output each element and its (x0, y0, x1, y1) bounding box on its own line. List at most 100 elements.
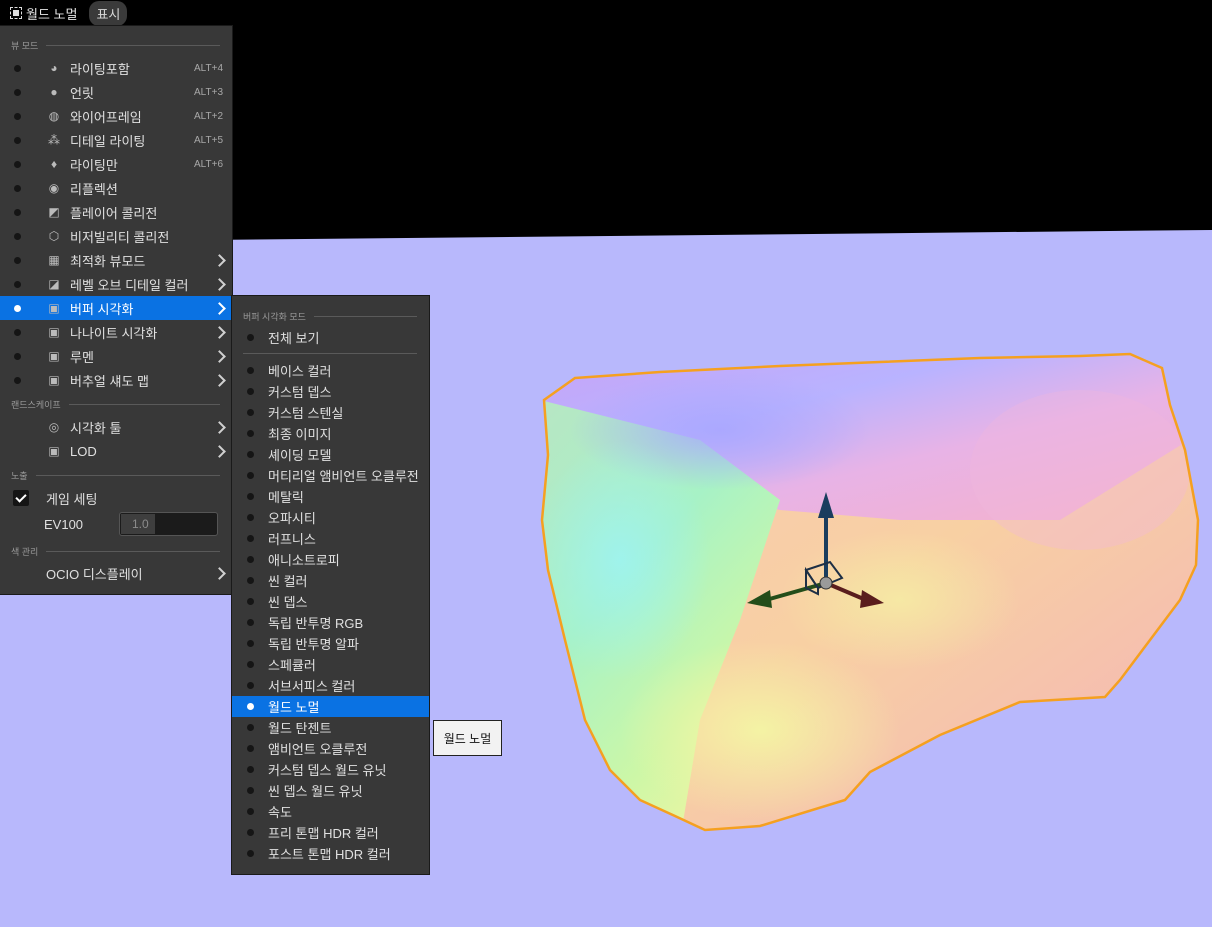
menu-item-view-mode[interactable]: ▣ 버추얼 섀도 맵 (0, 368, 232, 392)
submenu-item-buffer-mode[interactable]: 머티리얼 앰비언트 오클루전 (232, 465, 429, 486)
submenu-item-buffer-mode[interactable]: 씬 뎁스 (232, 591, 429, 612)
submenu-item-buffer-mode[interactable]: 월드 노멀 (232, 696, 429, 717)
radio-dot (247, 472, 254, 479)
chevron-right-icon (213, 325, 226, 339)
menu-item-view-mode[interactable]: ◪ 레벨 오브 디테일 컬러 (0, 272, 232, 296)
menu-item-view-mode[interactable]: ◍ 와이어프레임 ALT+2 (0, 104, 232, 128)
submenu-item-buffer-mode[interactable]: 서브서피스 컬러 (232, 675, 429, 696)
menu-item-view-mode[interactable]: ● 언릿 ALT+3 (0, 80, 232, 104)
menu-item-view-mode[interactable]: ▣ 루멘 (0, 344, 232, 368)
radio-dot (247, 577, 254, 584)
menu-item-view-mode[interactable]: ⬡ 비저빌리티 콜리전 (0, 224, 232, 248)
submenu-item-overview[interactable]: 전체 보기 (232, 327, 429, 348)
detail-lighting-icon: ⁂ (48, 133, 60, 147)
virtual-shadow-map-icon: ▣ (48, 373, 60, 387)
submenu-item-label: 속도 (268, 805, 292, 820)
radio-dot (247, 703, 254, 710)
radio-dot (247, 787, 254, 794)
game-settings-toggle[interactable]: 게임 세팅 (0, 486, 232, 510)
submenu-item-buffer-mode[interactable]: 포스트 톤맵 HDR 컬러 (232, 843, 429, 864)
submenu-item-buffer-mode[interactable]: 독립 반투명 알파 (232, 633, 429, 654)
submenu-item-label: 최종 이미지 (268, 427, 332, 442)
menu-item-label: 비저빌리티 콜리전 (70, 229, 170, 245)
menu-item-label: 레벨 오브 디테일 컬러 (70, 277, 189, 293)
show-button[interactable]: 표시 (89, 0, 128, 26)
submenu-item-buffer-mode[interactable]: 셰이딩 모델 (232, 444, 429, 465)
radio-dot (247, 388, 254, 395)
submenu-item-buffer-mode[interactable]: 독립 반투명 RGB (232, 612, 429, 633)
radio-dot (14, 88, 21, 96)
submenu-item-buffer-mode[interactable]: 오파시티 (232, 507, 429, 528)
visualization-tools-icon: ◎ (48, 420, 60, 434)
chevron-right-icon (213, 566, 226, 580)
shortcut-label: ALT+5 (194, 134, 223, 146)
view-mode-button[interactable]: 월드 노멀 (6, 2, 81, 25)
shortcut-label: ALT+6 (194, 158, 223, 170)
submenu-item-label: 독립 반투명 알파 (268, 637, 359, 652)
radio-dot (14, 184, 21, 192)
radio-dot (14, 328, 21, 336)
game-settings-checkbox[interactable] (13, 490, 29, 506)
menu-item-view-mode[interactable]: ▣ 나나이트 시각화 (0, 320, 232, 344)
radio-dot (247, 640, 254, 647)
chevron-right-icon (213, 373, 226, 387)
menu-item-label: 라이팅만 (70, 157, 118, 173)
submenu-item-label: 월드 탄젠트 (268, 721, 332, 736)
submenu-item-buffer-mode[interactable]: 프리 톤맵 HDR 컬러 (232, 822, 429, 843)
submenu-item-label: 포스트 톤맵 HDR 컬러 (268, 847, 391, 862)
menu-item-ocio-display[interactable]: OCIO 디스플레이 (0, 561, 232, 585)
submenu-item-buffer-mode[interactable]: 커스텀 스텐실 (232, 402, 429, 423)
shortcut-label: ALT+4 (194, 62, 223, 74)
submenu-item-label: 애니소트로피 (268, 553, 340, 568)
submenu-item-buffer-mode[interactable]: 메탈릭 (232, 486, 429, 507)
submenu-item-buffer-mode[interactable]: 최종 이미지 (232, 423, 429, 444)
radio-dot (247, 556, 254, 563)
shortcut-label: ALT+3 (194, 86, 223, 98)
menu-item-visualization-tools[interactable]: ◎ 시각화 툴 (0, 415, 232, 439)
radio-dot (14, 136, 21, 144)
menu-item-view-mode[interactable]: ♦ 라이팅만 ALT+6 (0, 152, 232, 176)
lod-color-icon: ◪ (48, 277, 60, 291)
radio-dot (247, 409, 254, 416)
submenu-item-buffer-mode[interactable]: 앰비언트 오클루전 (232, 738, 429, 759)
submenu-item-buffer-mode[interactable]: 애니소트로피 (232, 549, 429, 570)
submenu-item-label: 메탈릭 (268, 490, 304, 505)
submenu-item-buffer-mode[interactable]: 베이스 컬러 (232, 360, 429, 381)
player-collision-icon: ◩ (48, 205, 60, 219)
tooltip: 월드 노멀 (433, 720, 502, 756)
radio-dot (247, 850, 254, 857)
radio-dot (247, 808, 254, 815)
menu-item-view-mode[interactable]: ⁂ 디테일 라이팅 ALT+5 (0, 128, 232, 152)
reflection-icon: ◉ (48, 181, 60, 195)
submenu-item-label: 서브서피스 컬러 (268, 679, 356, 694)
lit-sphere-icon: ◕ (50, 61, 58, 75)
radio-dot (14, 208, 21, 216)
submenu-item-buffer-mode[interactable]: 씬 컬러 (232, 570, 429, 591)
nanite-visualization-icon: ▣ (48, 325, 60, 339)
submenu-item-buffer-mode[interactable]: 스페큘러 (232, 654, 429, 675)
submenu-item-buffer-mode[interactable]: 러프니스 (232, 528, 429, 549)
ev100-input[interactable]: 1.0 (119, 512, 218, 536)
menu-item-lod[interactable]: ▣ LOD (0, 439, 232, 463)
submenu-item-label: 러프니스 (268, 532, 316, 547)
wireframe-sphere-icon: ◍ (48, 109, 60, 123)
menu-item-view-mode[interactable]: ▦ 최적화 뷰모드 (0, 248, 232, 272)
menu-item-view-mode[interactable]: ◩ 플레이어 콜리전 (0, 200, 232, 224)
submenu-item-buffer-mode[interactable]: 월드 탄젠트 (232, 717, 429, 738)
menu-item-label: 나나이트 시각화 (70, 325, 158, 341)
submenu-item-label: 오파시티 (268, 511, 316, 526)
menu-item-view-mode[interactable]: ◉ 리플렉션 (0, 176, 232, 200)
submenu-item-buffer-mode[interactable]: 커스텀 뎁스 월드 유닛 (232, 759, 429, 780)
radio-dot (14, 352, 21, 360)
menu-item-view-mode[interactable]: ◕ 라이팅포함 ALT+4 (0, 56, 232, 80)
menu-item-label: 언릿 (70, 85, 94, 101)
menu-item-label: 리플렉션 (70, 181, 118, 197)
view-mode-label: 월드 노멀 (26, 6, 78, 22)
submenu-item-buffer-mode[interactable]: 속도 (232, 801, 429, 822)
menu-item-view-mode[interactable]: ▣ 버퍼 시각화 (0, 296, 232, 320)
submenu-item-buffer-mode[interactable]: 커스텀 뎁스 (232, 381, 429, 402)
submenu-item-label: 베이스 컬러 (268, 364, 332, 379)
buffer-visualization-icon: ▣ (48, 301, 60, 315)
chevron-right-icon (213, 420, 226, 434)
submenu-item-buffer-mode[interactable]: 씬 뎁스 월드 유닛 (232, 780, 429, 801)
